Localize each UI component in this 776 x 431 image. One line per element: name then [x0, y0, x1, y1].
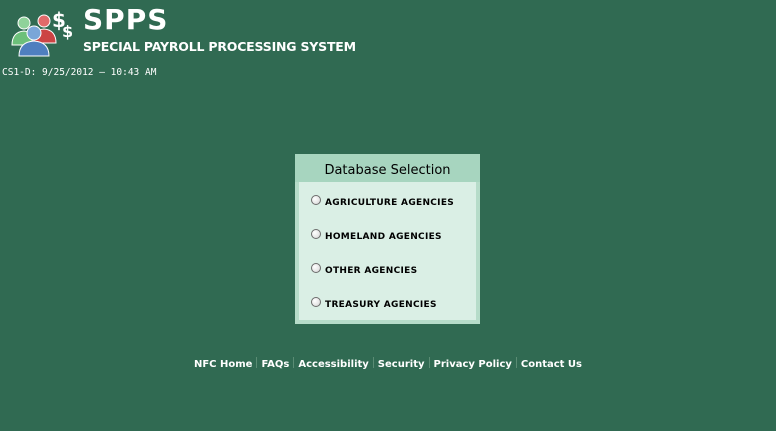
option-agriculture-agencies[interactable]: AGRICULTURE AGENCIES: [311, 195, 454, 211]
treasury-agencies-radio[interactable]: [311, 297, 321, 307]
option-label: HOMELAND AGENCIES: [325, 232, 442, 242]
database-selection-panel: Database Selection AGRICULTURE AGENCIES …: [295, 154, 480, 324]
footer-link-contact-us[interactable]: Contact Us: [518, 359, 585, 370]
footer-link-accessibility[interactable]: Accessibility: [295, 359, 371, 370]
footer-nav: NFC Home FAQs Accessibility Security Privacy…: [0, 357, 776, 370]
spps-page: $ $ SPPS SPECIAL PAYROLL PROCESSING SYST…: [0, 0, 776, 431]
brand-title: SPPS: [83, 3, 169, 36]
option-label: TREASURY AGENCIES: [325, 300, 437, 310]
svg-text:$: $: [62, 22, 73, 41]
other-agencies-radio[interactable]: [311, 263, 321, 273]
footer-link-security[interactable]: Security: [375, 359, 428, 370]
option-other-agencies[interactable]: OTHER AGENCIES: [311, 263, 417, 279]
option-homeland-agencies[interactable]: HOMELAND AGENCIES: [311, 229, 442, 245]
option-treasury-agencies[interactable]: TREASURY AGENCIES: [311, 297, 437, 313]
footer-link-faqs[interactable]: FAQs: [258, 359, 292, 370]
footer-divider: [515, 357, 517, 368]
server-timestamp: CS1-D: 9/25/2012 — 10:43 AM: [2, 67, 157, 78]
database-options: AGRICULTURE AGENCIES HOMELAND AGENCIES O…: [299, 182, 476, 320]
homeland-agencies-radio[interactable]: [311, 229, 321, 239]
option-label: OTHER AGENCIES: [325, 266, 418, 276]
database-selection-title: Database Selection: [295, 154, 480, 182]
footer-divider: [372, 357, 374, 368]
people-with-dollar-signs-icon: $ $: [11, 8, 73, 57]
footer-link-privacy-policy[interactable]: Privacy Policy: [431, 359, 515, 370]
option-label: AGRICULTURE AGENCIES: [325, 198, 455, 208]
brand-subtitle: SPECIAL PAYROLL PROCESSING SYSTEM: [83, 39, 356, 54]
footer-divider: [428, 357, 430, 368]
footer-link-nfc-home[interactable]: NFC Home: [191, 359, 255, 370]
agriculture-agencies-radio[interactable]: [311, 195, 321, 205]
